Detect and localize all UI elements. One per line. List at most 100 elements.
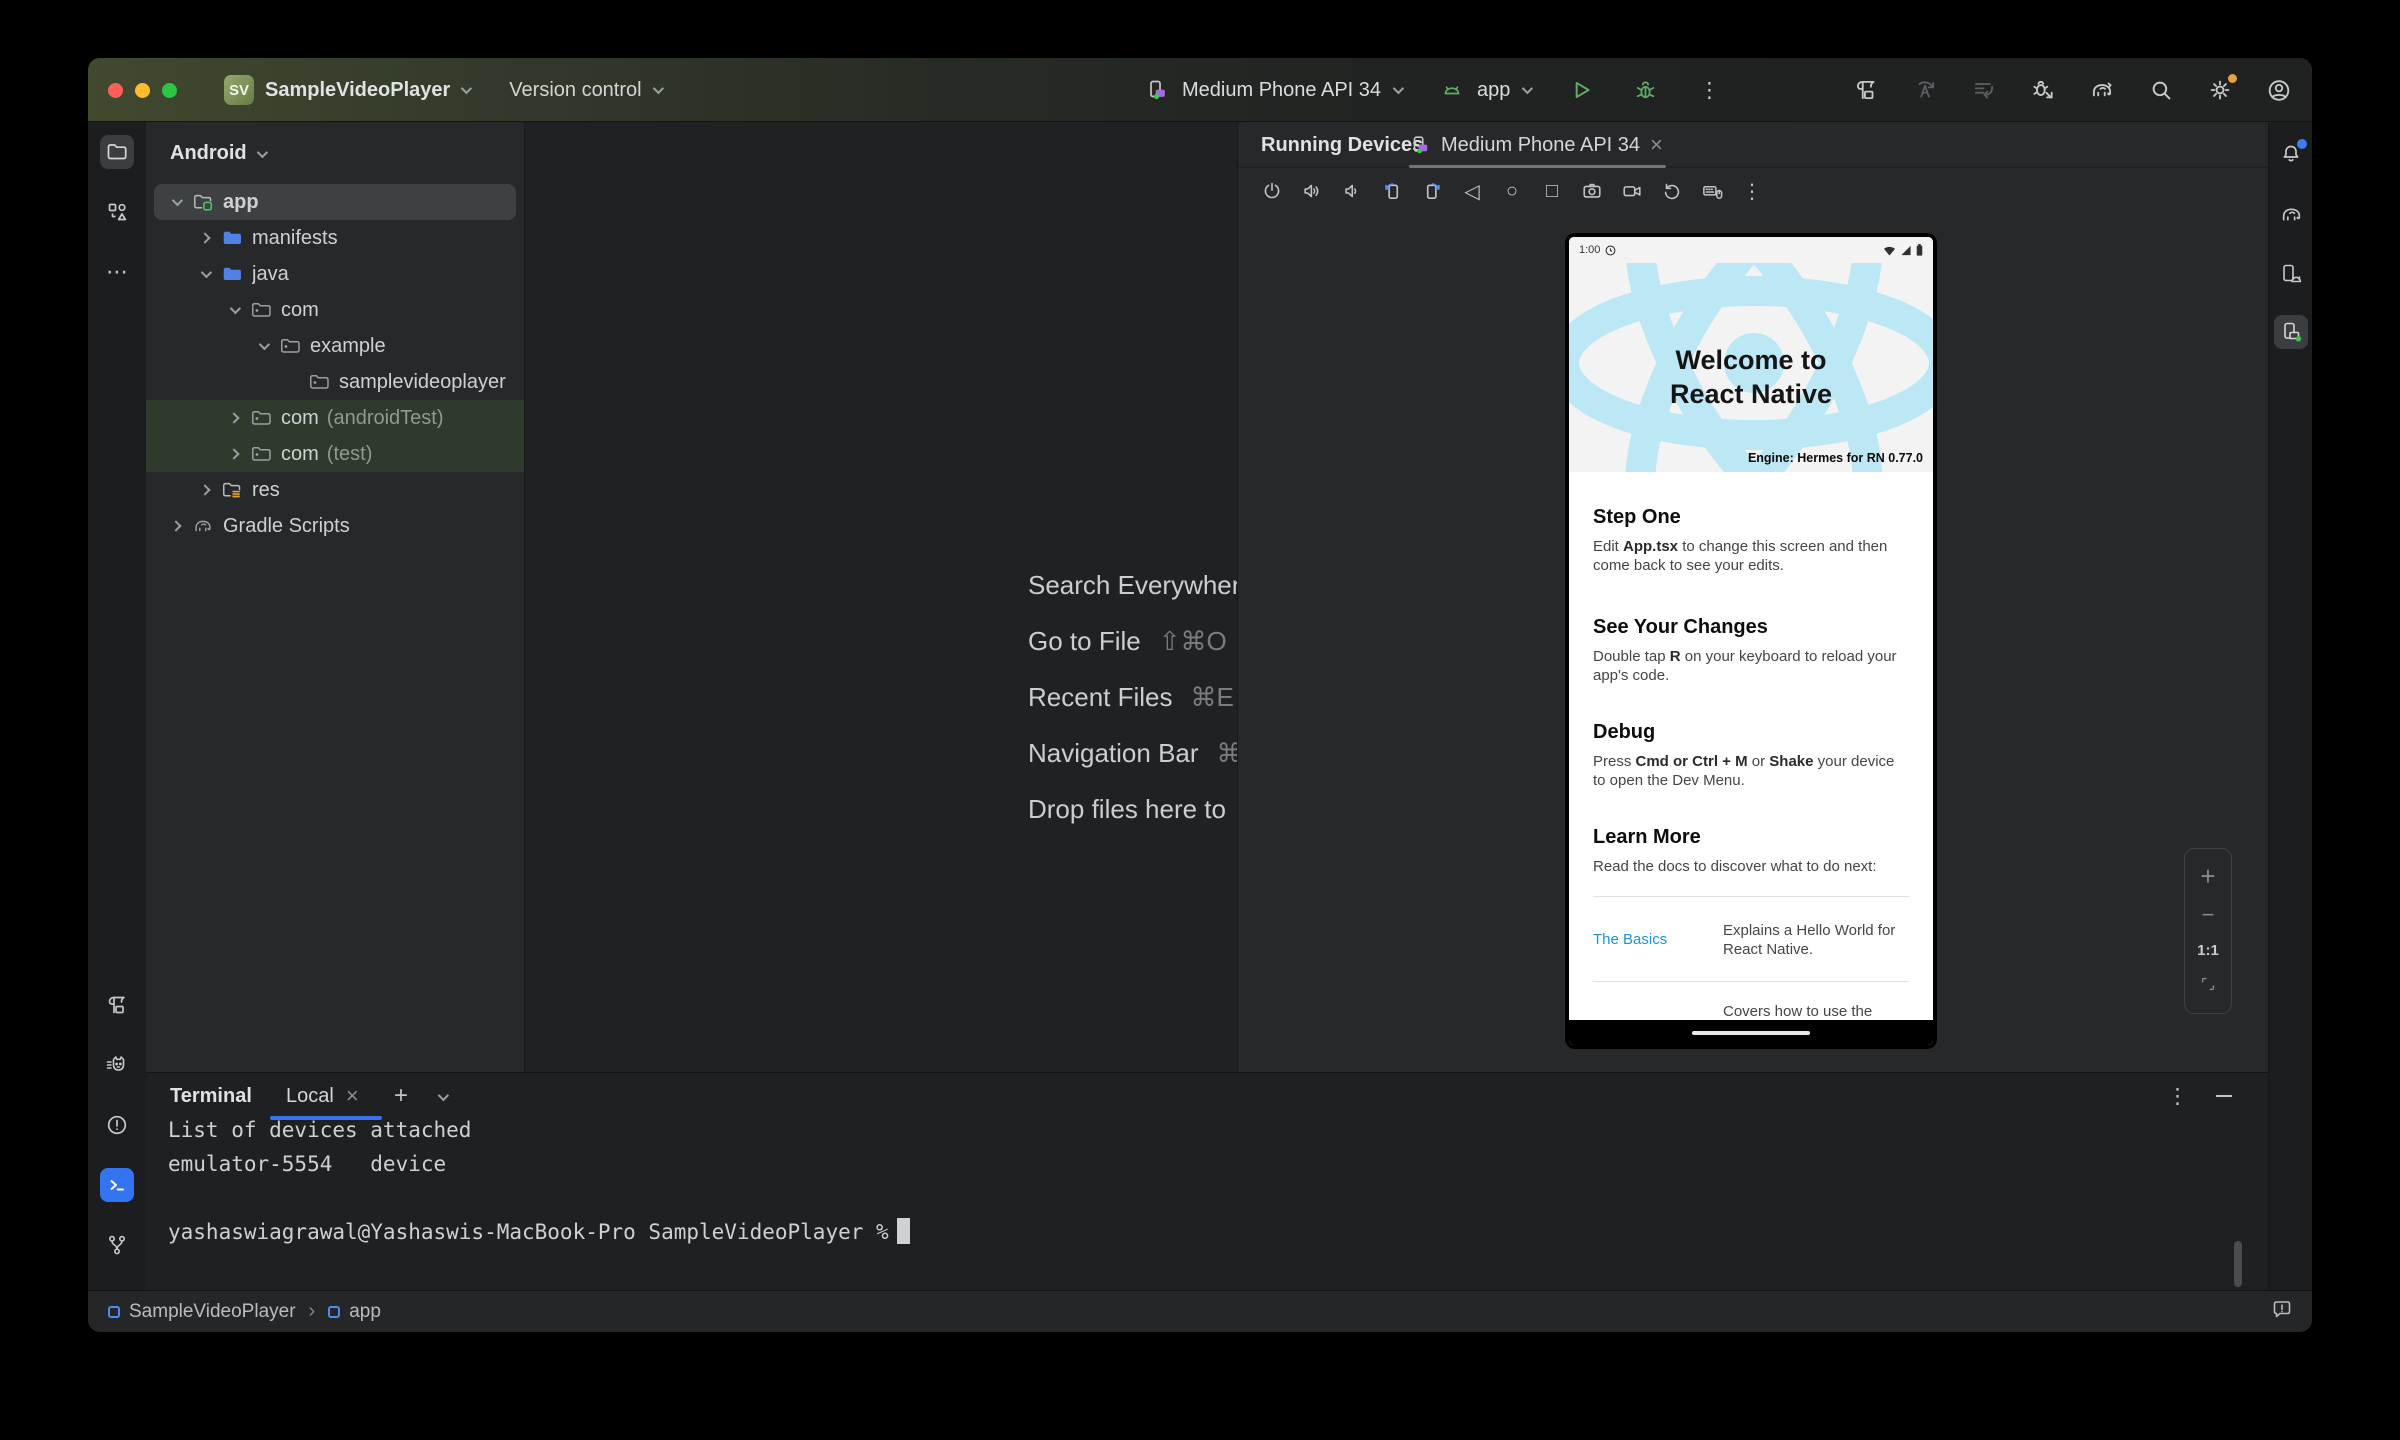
- terminal-scrollbar[interactable]: [2234, 1241, 2242, 1287]
- terminal-tool-button[interactable]: [100, 1168, 134, 1202]
- rollback-icon[interactable]: [1971, 77, 1997, 103]
- home-indicator[interactable]: [1692, 1031, 1810, 1035]
- chevron-collapsed-icon[interactable]: [170, 520, 181, 531]
- hide-panel-button[interactable]: [2216, 1095, 2232, 1097]
- resource-manager-tool-button[interactable]: [100, 195, 134, 229]
- power-button[interactable]: [1252, 180, 1292, 202]
- device-manager-tool-button[interactable]: [2274, 257, 2308, 291]
- tree-item-label: res: [252, 479, 280, 502]
- device-tab[interactable]: Medium Phone API 34 ×: [1409, 122, 1663, 168]
- profile-icon[interactable]: [2266, 77, 2292, 103]
- rotate-left-button[interactable]: [1372, 180, 1412, 203]
- shortcut-row: Search Everywhere: [1028, 566, 1237, 604]
- tree-row-java[interactable]: java: [146, 256, 524, 292]
- running-devices-tool-button[interactable]: [2274, 315, 2308, 349]
- terminal-dropdown-icon[interactable]: [438, 1090, 449, 1101]
- doc-link-row: The Basics Explains a Hello World for Re…: [1593, 921, 1909, 959]
- section-body: Press Cmd or Ctrl + M or Shake your devi…: [1593, 752, 1909, 790]
- build-icon[interactable]: [1853, 77, 1879, 103]
- debug-button[interactable]: [1632, 77, 1658, 103]
- close-tab-icon[interactable]: ×: [1650, 134, 1663, 156]
- run-button[interactable]: [1568, 77, 1594, 103]
- terminal-panel: Terminal Local × + ⋮ List of devices att…: [146, 1072, 2268, 1290]
- chevron-expanded-icon[interactable]: [201, 267, 212, 278]
- right-activity-bar: [2268, 122, 2312, 1290]
- chevron-collapsed-icon[interactable]: [199, 232, 210, 243]
- notifications-tool-button[interactable]: [2274, 137, 2308, 171]
- breadcrumb-module[interactable]: app: [349, 1301, 381, 1323]
- hardware-input-button[interactable]: [1692, 180, 1732, 203]
- folder-icon: [221, 227, 243, 249]
- device-selector[interactable]: Medium Phone API 34: [1182, 79, 1381, 102]
- volume-down-button[interactable]: [1332, 180, 1372, 202]
- problems-tool-button[interactable]: [100, 1108, 134, 1142]
- attach-debugger-icon[interactable]: [2030, 77, 2056, 103]
- close-window-button[interactable]: [108, 83, 123, 98]
- running-devices-title: Running Devices: [1261, 122, 1423, 168]
- notifications-dot: [2297, 139, 2307, 149]
- screen-record-button[interactable]: [1612, 180, 1652, 202]
- folder-icon: [221, 263, 243, 285]
- terminal-options-button[interactable]: ⋮: [2167, 1086, 2188, 1107]
- chevron-expanded-icon[interactable]: [259, 339, 270, 350]
- search-everywhere-icon[interactable]: [2148, 77, 2174, 103]
- tree-row-gradle-scripts[interactable]: Gradle Scripts: [146, 508, 524, 544]
- emulator-status-bar: 1:00: [1569, 237, 1933, 263]
- event-log-button[interactable]: [2270, 1297, 2294, 1327]
- back-button[interactable]: ◁: [1452, 179, 1492, 204]
- tree-item-label: com: [281, 299, 319, 322]
- run-configuration-selector[interactable]: app: [1477, 79, 1510, 102]
- tree-row-manifests[interactable]: manifests: [146, 220, 524, 256]
- tree-row-app[interactable]: app: [154, 184, 516, 220]
- shortcut-row: Drop files here to: [1028, 790, 1237, 828]
- shortcut-keys: ⌘: [1217, 738, 1237, 769]
- close-tab-icon[interactable]: ×: [346, 1085, 359, 1107]
- chevron-expanded-icon[interactable]: [172, 195, 183, 206]
- chevron-expanded-icon[interactable]: [230, 303, 241, 314]
- screenshot-button[interactable]: [1572, 180, 1612, 202]
- tree-row-res[interactable]: res: [146, 472, 524, 508]
- minimize-window-button[interactable]: [135, 83, 150, 98]
- vcs-widget[interactable]: Version control: [509, 79, 641, 102]
- chevron-collapsed-icon[interactable]: [228, 412, 239, 423]
- version-control-tool-button[interactable]: [100, 1228, 134, 1262]
- zoom-to-fit-button[interactable]: [2198, 974, 2218, 999]
- breadcrumb-project[interactable]: SampleVideoPlayer: [129, 1301, 296, 1323]
- volume-up-button[interactable]: [1292, 180, 1332, 202]
- more-tool-windows-button[interactable]: ⋯: [100, 255, 134, 289]
- shortcut-label: Search Everywhere: [1028, 570, 1237, 601]
- tree-row-com[interactable]: com: [146, 292, 524, 328]
- home-button[interactable]: ○: [1492, 180, 1532, 203]
- tree-row-samplevideoplayer[interactable]: samplevideoplayer: [146, 364, 524, 400]
- zoom-window-button[interactable]: [162, 83, 177, 98]
- project-view-selector[interactable]: Android: [170, 142, 265, 165]
- doc-link[interactable]: [1593, 1002, 1723, 1020]
- zoom-actual-size-button[interactable]: 1:1: [2197, 942, 2219, 959]
- shortcut-keys: ⌘E: [1191, 682, 1234, 713]
- build-tool-button[interactable]: [100, 988, 134, 1022]
- restart-button[interactable]: [1652, 180, 1692, 202]
- zoom-out-button[interactable]: −: [2202, 904, 2215, 926]
- tree-row-com-test[interactable]: com (test): [146, 436, 524, 472]
- project-widget[interactable]: SV SampleVideoPlayer Version control: [224, 58, 661, 122]
- device-more-actions-button[interactable]: ⋮: [1732, 179, 1772, 204]
- more-actions-button[interactable]: ⋮: [1696, 77, 1722, 103]
- terminal-cursor: [897, 1218, 910, 1244]
- overview-button[interactable]: □: [1532, 180, 1572, 203]
- logcat-tool-button[interactable]: [100, 1048, 134, 1082]
- settings-icon[interactable]: [2207, 77, 2233, 103]
- project-tool-button[interactable]: [100, 135, 134, 169]
- emulator-screen[interactable]: 1:00: [1569, 237, 1933, 1045]
- gradle-sync-icon[interactable]: [2089, 77, 2115, 103]
- doc-link[interactable]: The Basics: [1593, 921, 1723, 959]
- tree-row-com-androidtest[interactable]: com (androidTest): [146, 400, 524, 436]
- ai-assistant-icon[interactable]: [1912, 77, 1938, 103]
- chevron-collapsed-icon[interactable]: [228, 448, 239, 459]
- rotate-right-button[interactable]: [1412, 180, 1452, 203]
- battery-icon: [1916, 244, 1923, 256]
- gradle-tool-button[interactable]: [2274, 197, 2308, 231]
- module-icon: [108, 1306, 120, 1318]
- zoom-in-button[interactable]: +: [2200, 863, 2215, 889]
- tree-row-example[interactable]: example: [146, 328, 524, 364]
- chevron-collapsed-icon[interactable]: [199, 484, 210, 495]
